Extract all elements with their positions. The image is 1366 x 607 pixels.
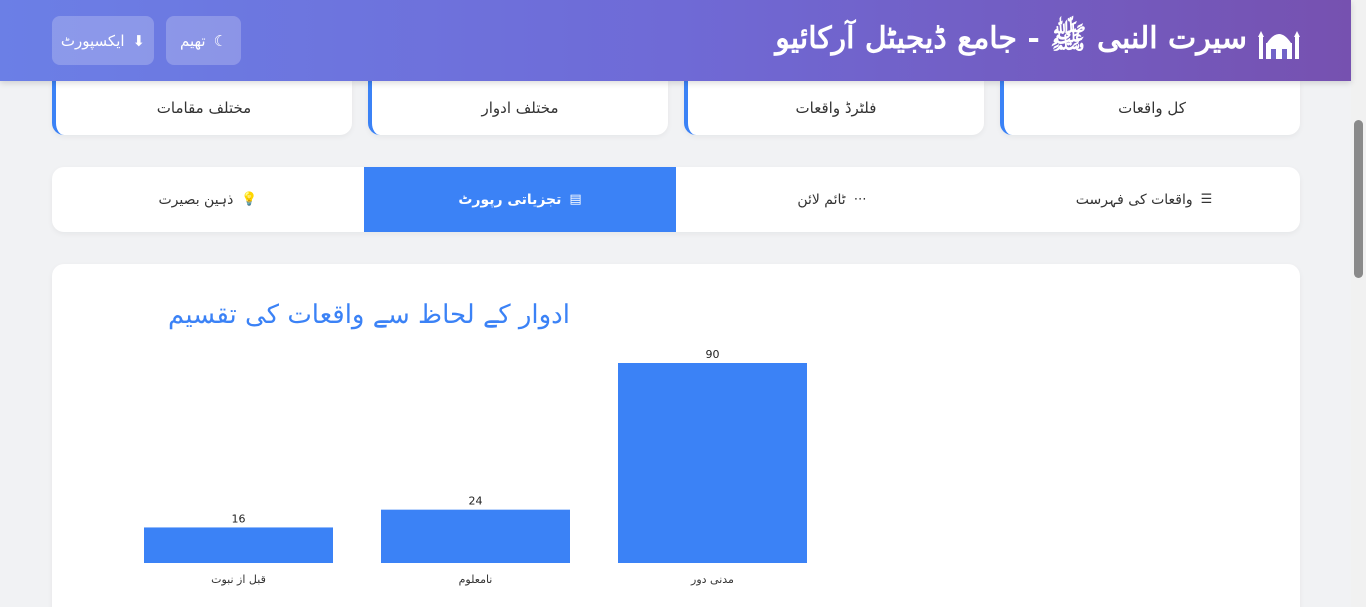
tab-analysis-report[interactable]: ▤ تجزیاتی رپورٹ	[364, 167, 676, 232]
stat-card-places: مختلف مقامات	[52, 81, 352, 135]
bar-value-label: 24	[469, 495, 483, 508]
stat-card-filtered: فلٹرڈ واقعات	[684, 81, 984, 135]
export-button-label: ایکسپورٹ	[60, 31, 125, 50]
tab-label: ٹائم لائن	[797, 191, 846, 208]
stat-card-total: کل واقعات	[1000, 81, 1300, 135]
stat-label: مختلف ادوار	[481, 99, 559, 117]
tab-label: ذہین بصیرت	[158, 191, 234, 208]
theme-toggle-button[interactable]: ☾ تھیم	[166, 16, 241, 65]
tab-events-list[interactable]: ☰ واقعات کی فہرست	[988, 167, 1300, 232]
chart-icon: ▤	[569, 192, 582, 207]
category-tick-label: قبل از نبوت	[211, 573, 266, 586]
category-tick-label: نامعلوم	[459, 573, 493, 586]
download-icon: ⬇	[132, 31, 146, 50]
category-tick-label: مدنی دور	[690, 573, 734, 586]
tab-label: تجزیاتی رپورٹ	[458, 191, 562, 208]
stat-card-periods: مختلف ادوار	[368, 81, 668, 135]
bar-value-label: 16	[232, 512, 246, 525]
lightbulb-icon: 💡	[241, 192, 258, 207]
bar-value-label: 90	[706, 348, 720, 361]
mosque-icon	[1258, 31, 1300, 59]
moon-icon: ☾	[213, 31, 228, 50]
scrollbar-thumb[interactable]	[1354, 120, 1363, 278]
page-scrollbar[interactable]	[1351, 0, 1366, 607]
bar-2	[618, 363, 807, 563]
export-button[interactable]: ⬇ ایکسپورٹ	[52, 16, 154, 65]
bar-chart: 16 قبل از نبوت 24 نامعلوم 90 مدنی دور	[144, 348, 807, 586]
stat-label: فلٹرڈ واقعات	[795, 99, 877, 117]
stat-label: مختلف مقامات	[156, 99, 252, 117]
timeline-icon: ⋯	[853, 192, 867, 207]
chart-title: ادوار کے لحاظ سے واقعات کی تقسیم	[168, 300, 570, 330]
list-icon: ☰	[1200, 192, 1213, 207]
tab-bar: 💡 ذہین بصیرت ▤ تجزیاتی رپورٹ ⋯ ٹائم لائن…	[52, 167, 1300, 232]
stat-label: کل واقعات	[1118, 99, 1186, 117]
app-title: سیرت النبی ﷺ - جامع ڈیجیٹل آرکائیو	[775, 20, 1247, 56]
tab-insights[interactable]: 💡 ذہین بصیرت	[52, 167, 364, 232]
theme-button-label: تھیم	[179, 31, 206, 50]
header-title-group: سیرت النبی ﷺ - جامع ڈیجیٹل آرکائیو	[775, 14, 1301, 68]
tab-timeline[interactable]: ⋯ ٹائم لائن	[676, 167, 988, 232]
tab-label: واقعات کی فہرست	[1075, 191, 1193, 208]
bar-1	[381, 509, 570, 563]
app-header: سیرت النبی ﷺ - جامع ڈیجیٹل آرکائیو ☾ تھی…	[0, 0, 1351, 81]
bar-0	[144, 527, 333, 563]
